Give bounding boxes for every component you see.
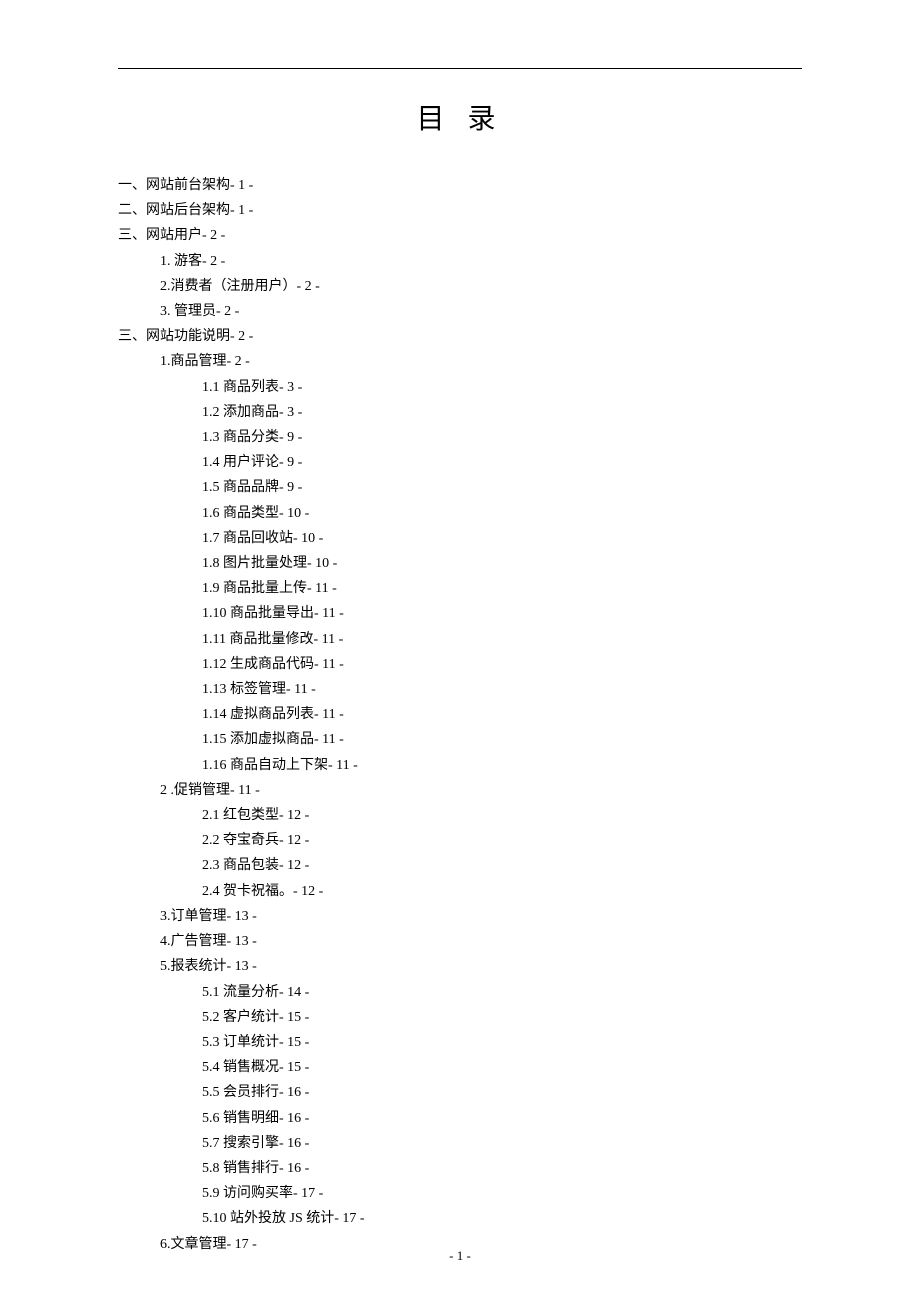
toc-entry: 1.5 商品品牌- 9 - <box>118 475 802 500</box>
toc-entry: 1. 游客- 2 - <box>118 249 802 274</box>
horizontal-rule <box>118 68 802 69</box>
toc-entry: 5.7 搜索引擎- 16 - <box>118 1131 802 1156</box>
toc-entry: 2.4 贺卡祝福。- 12 - <box>118 879 802 904</box>
toc-entry: 1.15 添加虚拟商品- 11 - <box>118 727 802 752</box>
toc-entry: 3.订单管理- 13 - <box>118 904 802 929</box>
toc-entry: 5.10 站外投放 JS 统计- 17 - <box>118 1206 802 1231</box>
toc-entry: 5.9 访问购买率- 17 - <box>118 1181 802 1206</box>
toc-entry: 1.4 用户评论- 9 - <box>118 450 802 475</box>
toc-entry: 5.6 销售明细- 16 - <box>118 1106 802 1131</box>
table-of-contents: 一、网站前台架构- 1 -二、网站后台架构- 1 -三、网站用户- 2 -1. … <box>118 173 802 1257</box>
toc-entry: 5.8 销售排行- 16 - <box>118 1156 802 1181</box>
toc-entry: 1.8 图片批量处理- 10 - <box>118 551 802 576</box>
toc-entry: 2 .促销管理- 11 - <box>118 778 802 803</box>
toc-entry: 1.16 商品自动上下架- 11 - <box>118 753 802 778</box>
toc-entry: 1.1 商品列表- 3 - <box>118 375 802 400</box>
toc-entry: 1.商品管理- 2 - <box>118 349 802 374</box>
toc-entry: 5.5 会员排行- 16 - <box>118 1080 802 1105</box>
toc-entry: 1.6 商品类型- 10 - <box>118 501 802 526</box>
toc-entry: 1.13 标签管理- 11 - <box>118 677 802 702</box>
toc-entry: 4.广告管理- 13 - <box>118 929 802 954</box>
toc-entry: 5.2 客户统计- 15 - <box>118 1005 802 1030</box>
toc-entry: 2.2 夺宝奇兵- 12 - <box>118 828 802 853</box>
page-footer-number: - 1 - <box>0 1248 920 1264</box>
toc-entry: 5.4 销售概况- 15 - <box>118 1055 802 1080</box>
toc-entry: 一、网站前台架构- 1 - <box>118 173 802 198</box>
toc-entry: 1.12 生成商品代码- 11 - <box>118 652 802 677</box>
toc-entry: 1.14 虚拟商品列表- 11 - <box>118 702 802 727</box>
page-title: 目 录 <box>118 97 802 137</box>
toc-entry: 1.3 商品分类- 9 - <box>118 425 802 450</box>
toc-entry: 1.7 商品回收站- 10 - <box>118 526 802 551</box>
page-container: 目 录 一、网站前台架构- 1 -二、网站后台架构- 1 -三、网站用户- 2 … <box>0 0 920 1257</box>
toc-entry: 三、网站功能说明- 2 - <box>118 324 802 349</box>
toc-entry: 1.9 商品批量上传- 11 - <box>118 576 802 601</box>
toc-entry: 2.消费者（注册用户）- 2 - <box>118 274 802 299</box>
toc-entry: 5.1 流量分析- 14 - <box>118 980 802 1005</box>
toc-entry: 2.3 商品包装- 12 - <box>118 853 802 878</box>
toc-entry: 1.11 商品批量修改- 11 - <box>118 627 802 652</box>
toc-entry: 二、网站后台架构- 1 - <box>118 198 802 223</box>
toc-entry: 1.10 商品批量导出- 11 - <box>118 601 802 626</box>
toc-entry: 2.1 红包类型- 12 - <box>118 803 802 828</box>
toc-entry: 3. 管理员- 2 - <box>118 299 802 324</box>
toc-entry: 5.3 订单统计- 15 - <box>118 1030 802 1055</box>
toc-entry: 1.2 添加商品- 3 - <box>118 400 802 425</box>
toc-entry: 三、网站用户- 2 - <box>118 223 802 248</box>
toc-entry: 5.报表统计- 13 - <box>118 954 802 979</box>
